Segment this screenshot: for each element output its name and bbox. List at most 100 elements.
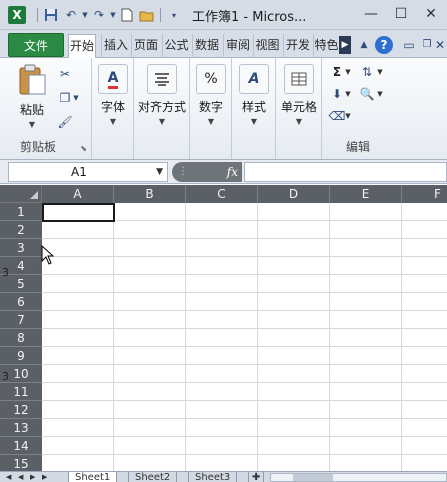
- save-icon[interactable]: [41, 6, 61, 24]
- paste-button[interactable]: 粘贴 ▼: [12, 64, 52, 129]
- workbook-close-icon[interactable]: ✕: [433, 36, 447, 54]
- sheet-tab-bar: ◀ ◀ ▶ ▶ Sheet1 Sheet2 Sheet3 ✚: [0, 471, 447, 482]
- horizontal-scrollbar[interactable]: [270, 473, 447, 482]
- group-styles: A 样式 ▼: [232, 58, 276, 159]
- new-file-icon[interactable]: [117, 6, 137, 24]
- sheet-tab-1[interactable]: Sheet1: [68, 472, 118, 482]
- tab-scroll-right-icon[interactable]: ▶: [339, 36, 351, 54]
- tab-formulas[interactable]: 公式: [162, 34, 190, 58]
- name-box[interactable]: A1 ▼: [8, 162, 168, 182]
- next-sheet-icon[interactable]: ▶: [30, 472, 35, 482]
- row-header-2[interactable]: 2: [0, 221, 42, 239]
- minimize-ribbon-icon[interactable]: ▲: [355, 36, 373, 54]
- column-header-f[interactable]: F: [402, 185, 447, 203]
- clear-dropdown-icon[interactable]: ▼: [344, 108, 352, 124]
- column-header-b[interactable]: B: [114, 185, 186, 203]
- number-dropdown-icon[interactable]: ▼: [194, 117, 228, 126]
- clipboard-launcher-icon[interactable]: ⬊: [80, 144, 87, 153]
- undo-icon[interactable]: ↶: [61, 6, 81, 24]
- tab-view[interactable]: 视图: [253, 34, 281, 58]
- group-font: A 字体 ▼: [92, 58, 134, 159]
- styles-button[interactable]: A 样式 ▼: [237, 64, 271, 126]
- row-header-9[interactable]: 9: [0, 347, 42, 365]
- row-header-11[interactable]: 11: [0, 383, 42, 401]
- redo-dropdown-icon[interactable]: ▼: [109, 6, 117, 24]
- sheet-tab-2[interactable]: Sheet2: [128, 472, 178, 482]
- tab-data[interactable]: 数据: [192, 34, 221, 58]
- group-cells: 单元格 ▼: [276, 58, 322, 159]
- cells-button[interactable]: 单元格 ▼: [280, 64, 318, 126]
- close-button[interactable]: ✕: [416, 4, 446, 24]
- qat-separator: [37, 8, 38, 22]
- row-header-7[interactable]: 7: [0, 311, 42, 329]
- maximize-button[interactable]: ☐: [386, 4, 416, 24]
- row-header-1[interactable]: 1: [0, 203, 42, 221]
- find-select-icon[interactable]: 🔍: [358, 86, 376, 102]
- editing-group-label: 编辑: [346, 140, 371, 154]
- alignment-button[interactable]: 对齐方式 ▼: [136, 64, 188, 126]
- excel-app-icon[interactable]: X: [8, 6, 26, 24]
- cut-icon[interactable]: ✂: [56, 66, 74, 82]
- tab-file[interactable]: 文件: [8, 33, 64, 57]
- resize-handle-icon[interactable]: ⋮: [178, 162, 188, 182]
- autosum-dropdown-icon[interactable]: ▼: [344, 64, 352, 80]
- first-sheet-icon[interactable]: ◀: [6, 472, 11, 482]
- active-cell-a1[interactable]: [42, 203, 115, 222]
- sheet-tab-3[interactable]: Sheet3: [188, 472, 238, 482]
- column-header-e[interactable]: E: [330, 185, 402, 203]
- tab-review[interactable]: 审阅: [223, 34, 252, 58]
- fill-dropdown-icon[interactable]: ▼: [344, 86, 352, 102]
- formula-input[interactable]: [244, 162, 447, 182]
- formula-bar: A1 ▼ ⋮ fx: [0, 160, 447, 184]
- format-painter-icon[interactable]: 🖌: [56, 114, 74, 130]
- row-header-12[interactable]: 12: [0, 401, 42, 419]
- sort-filter-dropdown-icon[interactable]: ▼: [376, 64, 384, 80]
- tab-special[interactable]: 特色: [313, 34, 339, 58]
- customize-qat-icon[interactable]: ▾: [164, 6, 184, 24]
- name-box-value: A1: [71, 165, 87, 179]
- font-group-label: 字体: [100, 100, 125, 114]
- cells-dropdown-icon[interactable]: ▼: [280, 117, 318, 126]
- row-header-8[interactable]: 8: [0, 329, 42, 347]
- number-group-label: 数字: [198, 100, 223, 114]
- styles-dropdown-icon[interactable]: ▼: [237, 117, 271, 126]
- paste-dropdown-icon[interactable]: ▼: [12, 120, 52, 129]
- name-box-dropdown-icon[interactable]: ▼: [156, 163, 163, 181]
- tab-page-layout[interactable]: 页面: [131, 34, 160, 58]
- number-button[interactable]: % 数字 ▼: [194, 64, 228, 126]
- column-header-d[interactable]: D: [258, 185, 330, 203]
- help-icon[interactable]: ?: [375, 36, 393, 54]
- select-all-button[interactable]: [0, 185, 42, 203]
- open-folder-icon[interactable]: [137, 6, 157, 24]
- sort-filter-icon[interactable]: ⇅: [358, 64, 376, 80]
- font-dropdown-icon[interactable]: ▼: [96, 117, 130, 126]
- group-clipboard: 粘贴 ▼ ✂ ❐ ▼ 🖌 剪贴板 ⬊: [0, 58, 92, 159]
- tab-insert[interactable]: 插入: [101, 34, 130, 58]
- minimize-button[interactable]: —: [356, 4, 386, 24]
- workbook-minimize-icon[interactable]: ▭: [400, 36, 418, 54]
- find-select-dropdown-icon[interactable]: ▼: [376, 86, 384, 102]
- row-header-13[interactable]: 13: [0, 419, 42, 437]
- horizontal-scroll-thumb[interactable]: [293, 474, 333, 481]
- styles-icon: A: [239, 64, 269, 94]
- insert-sheet-icon[interactable]: ✚: [248, 472, 265, 482]
- tab-developer[interactable]: 开发: [283, 34, 312, 58]
- cell-area[interactable]: [42, 203, 447, 471]
- styles-group-label: 样式: [241, 100, 266, 114]
- undo-dropdown-icon[interactable]: ▼: [81, 6, 89, 24]
- row-header-3[interactable]: 3: [0, 239, 42, 257]
- percent-icon: %: [196, 64, 226, 94]
- row-header-14[interactable]: 14: [0, 437, 42, 455]
- column-header-c[interactable]: C: [186, 185, 258, 203]
- prev-sheet-icon[interactable]: ◀: [18, 472, 23, 482]
- alignment-dropdown-icon[interactable]: ▼: [136, 117, 188, 126]
- insert-function-icon[interactable]: fx: [227, 162, 238, 182]
- copy-dropdown-icon[interactable]: ▼: [72, 90, 80, 106]
- row-header-15[interactable]: 15: [0, 455, 42, 471]
- row-header-6[interactable]: 6: [0, 293, 42, 311]
- font-button[interactable]: A 字体 ▼: [96, 64, 130, 126]
- last-sheet-icon[interactable]: ▶: [42, 472, 47, 482]
- tab-home[interactable]: 开始: [68, 34, 96, 59]
- redo-icon[interactable]: ↷: [89, 6, 109, 24]
- column-header-a[interactable]: A: [42, 185, 114, 203]
